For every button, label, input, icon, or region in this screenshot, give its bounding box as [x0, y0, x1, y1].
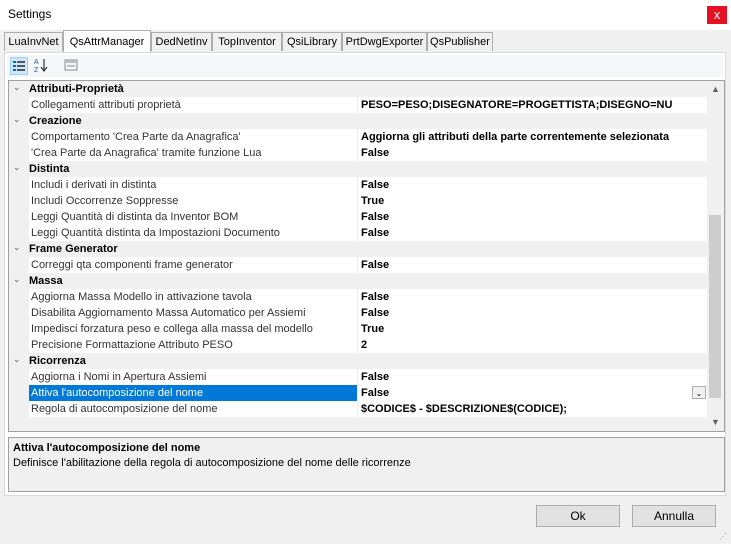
- category-row[interactable]: ⌄ Creazione: [9, 113, 708, 129]
- collapse-chevron-icon[interactable]: ⌄: [13, 82, 21, 93]
- property-row[interactable]: Aggiorna Massa Modello in attivazione ta…: [9, 289, 708, 305]
- cancel-button[interactable]: Annulla: [632, 505, 716, 527]
- collapse-chevron-icon[interactable]: ⌄: [13, 242, 21, 253]
- property-row[interactable]: Disabilita Aggiornamento Massa Automatic…: [9, 305, 708, 321]
- collapse-chevron-icon[interactable]: ⌄: [13, 162, 21, 173]
- property-label[interactable]: Comportamento 'Crea Parte da Anagrafica': [29, 129, 357, 145]
- category-row[interactable]: ⌄ Ricorrenza: [9, 353, 708, 369]
- tab-dednetinv[interactable]: DedNetInv: [151, 32, 212, 51]
- scroll-down-icon[interactable]: ▼: [707, 414, 724, 431]
- collapse-chevron-icon[interactable]: ⌄: [13, 274, 21, 285]
- property-value[interactable]: False: [358, 145, 708, 161]
- property-label[interactable]: Includi i derivati in distinta: [29, 177, 357, 193]
- property-label[interactable]: Disabilita Aggiornamento Massa Automatic…: [29, 305, 357, 321]
- property-label[interactable]: Attiva l'autocomposizione del nome: [29, 385, 357, 401]
- vertical-scrollbar[interactable]: ▲ ▼: [707, 81, 724, 431]
- tab-qsilibrary[interactable]: QsiLibrary: [282, 32, 342, 51]
- property-label[interactable]: Precisione Formattazione Attributo PESO: [29, 337, 357, 353]
- property-value[interactable]: True: [358, 321, 708, 337]
- close-button[interactable]: x: [707, 6, 727, 24]
- property-value[interactable]: PESO=PESO;DISEGNATORE=PROGETTISTA;DISEGN…: [358, 97, 708, 113]
- collapse-chevron-icon[interactable]: ⌄: [13, 354, 21, 365]
- description-text: Definisce l'abilitazione della regola di…: [13, 457, 411, 469]
- window-title: Settings: [8, 7, 52, 21]
- property-value[interactable]: False: [358, 209, 708, 225]
- ok-button[interactable]: Ok: [536, 505, 620, 527]
- property-value[interactable]: False: [358, 289, 708, 305]
- property-value[interactable]: False: [358, 177, 708, 193]
- category-label: Distinta: [29, 163, 70, 175]
- property-row[interactable]: Leggi Quantità distinta da Impostazioni …: [9, 225, 708, 241]
- property-value[interactable]: False: [358, 305, 708, 321]
- property-row[interactable]: Includi Occorrenze Soppresse True: [9, 193, 708, 209]
- tab-luainvnet[interactable]: LuaInvNet: [4, 32, 63, 51]
- category-row[interactable]: ⌄ Distinta: [9, 161, 708, 177]
- title-bar: Settings x: [0, 0, 731, 30]
- tab-qspublisher[interactable]: QsPublisher: [427, 32, 493, 51]
- property-label[interactable]: Leggi Quantità di distinta da Inventor B…: [29, 209, 357, 225]
- scroll-thumb[interactable]: [709, 215, 721, 398]
- tab-prtdwgexporter[interactable]: PrtDwgExporter: [342, 32, 427, 51]
- tab-panel: AZ ⌄ Attributi-Proprietà Collegamenti attr…: [4, 52, 726, 496]
- property-value[interactable]: False: [358, 225, 708, 241]
- property-row[interactable]: Attiva l'autocomposizione del nome False ⌄: [9, 385, 708, 401]
- category-row[interactable]: ⌄ Attributi-Proprietà: [9, 81, 708, 97]
- svg-text:A: A: [34, 59, 39, 66]
- category-label: Frame Generator: [29, 243, 118, 255]
- property-value[interactable]: False: [358, 385, 708, 401]
- property-row[interactable]: Aggiorna i Nomi in Apertura Assiemi False: [9, 369, 708, 385]
- description-pane: Attiva l'autocomposizione del nome Defin…: [8, 437, 725, 492]
- resize-grip-icon[interactable]: ⋰: [719, 532, 729, 542]
- category-label: Creazione: [29, 115, 82, 127]
- property-label[interactable]: Leggi Quantità distinta da Impostazioni …: [29, 225, 357, 241]
- property-row[interactable]: Leggi Quantità di distinta da Inventor B…: [9, 209, 708, 225]
- scroll-up-icon[interactable]: ▲: [707, 81, 724, 98]
- tab-qsattrmanager[interactable]: QsAttrManager: [63, 30, 151, 52]
- property-value[interactable]: True: [358, 193, 708, 209]
- property-label[interactable]: Includi Occorrenze Soppresse: [29, 193, 357, 209]
- property-toolbar: AZ: [7, 55, 723, 77]
- property-grid: ⌄ Attributi-Proprietà Collegamenti attribu…: [8, 80, 725, 432]
- property-row[interactable]: Comportamento 'Crea Parte da Anagrafica'…: [9, 129, 708, 145]
- property-label[interactable]: Collegamenti attributi proprietà: [29, 97, 357, 113]
- property-label[interactable]: Impedisci forzatura peso e collega alla …: [29, 321, 357, 337]
- property-row[interactable]: Impedisci forzatura peso e collega alla …: [9, 321, 708, 337]
- property-label[interactable]: Aggiorna i Nomi in Apertura Assiemi: [29, 369, 357, 385]
- categorized-icon[interactable]: [10, 57, 28, 75]
- property-value[interactable]: False: [358, 369, 708, 385]
- property-label[interactable]: Correggi qta componenti frame generator: [29, 257, 357, 273]
- property-row[interactable]: Regola di autocomposizione del nome $CODI…: [9, 401, 708, 417]
- category-row[interactable]: ⌄ Massa: [9, 273, 708, 289]
- category-label: Massa: [29, 275, 63, 287]
- sort-az-icon[interactable]: AZ: [32, 57, 50, 75]
- property-row[interactable]: Includi i derivati in distinta False: [9, 177, 708, 193]
- property-row[interactable]: Precisione Formattazione Attributo PESO 2: [9, 337, 708, 353]
- category-row[interactable]: ⌄ Frame Generator: [9, 241, 708, 257]
- collapse-chevron-icon[interactable]: ⌄: [13, 114, 21, 125]
- property-row[interactable]: Correggi qta componenti frame generator F…: [9, 257, 708, 273]
- property-value[interactable]: False: [358, 257, 708, 273]
- property-row[interactable]: 'Crea Parte da Anagrafica' tramite funzi…: [9, 145, 708, 161]
- property-label[interactable]: Aggiorna Massa Modello in attivazione ta…: [29, 289, 357, 305]
- property-label[interactable]: 'Crea Parte da Anagrafica' tramite funzi…: [29, 145, 357, 161]
- property-pages-icon[interactable]: [62, 57, 80, 75]
- svg-text:Z: Z: [34, 67, 39, 73]
- property-label[interactable]: Regola di autocomposizione del nome: [29, 401, 357, 417]
- property-value[interactable]: 2: [358, 337, 708, 353]
- description-title: Attiva l'autocomposizione del nome: [13, 442, 201, 454]
- property-row[interactable]: Collegamenti attributi proprietà PESO=PES…: [9, 97, 708, 113]
- tab-topinventor[interactable]: TopInventor: [212, 32, 282, 51]
- property-value[interactable]: $CODICE$ - $DESCRIZIONE$(CODICE);: [358, 401, 708, 417]
- category-label: Attributi-Proprietà: [29, 83, 124, 95]
- dropdown-chevron-icon[interactable]: ⌄: [692, 386, 706, 399]
- category-label: Ricorrenza: [29, 355, 86, 367]
- property-value[interactable]: Aggiorna gli attributi della parte corre…: [358, 129, 708, 145]
